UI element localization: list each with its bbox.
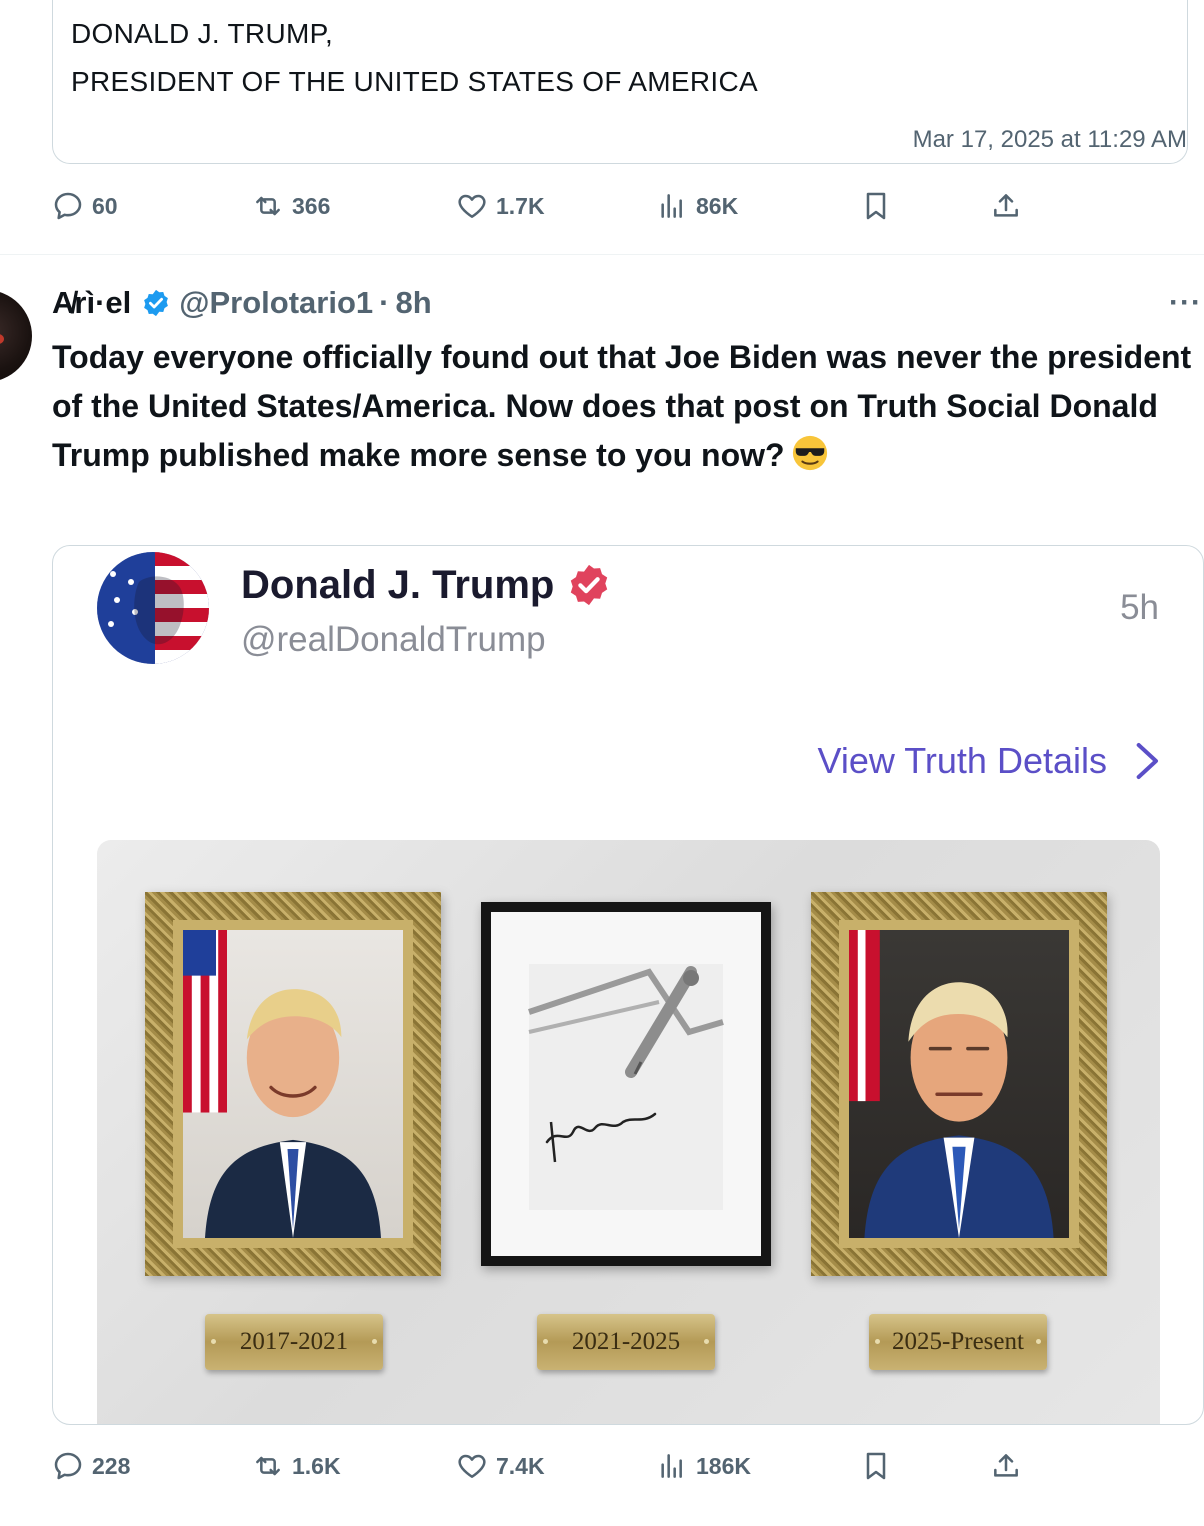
like-button[interactable]: 7.4K	[456, 1444, 545, 1488]
heart-icon	[458, 1454, 486, 1478]
plaque-center: 2021-2025	[537, 1314, 715, 1370]
truth-author-name-text: Donald J. Trump	[241, 562, 555, 607]
views-icon	[661, 194, 682, 218]
bookmark-button[interactable]	[860, 184, 892, 228]
autopen-image	[528, 964, 724, 1210]
quoted-post-line-1: DONALD J. TRUMP,	[71, 18, 334, 49]
plaque-center-label: 2021-2025	[571, 1328, 681, 1355]
like-count: 7.4K	[496, 1452, 545, 1479]
post-time[interactable]: 8h	[395, 285, 431, 321]
bookmark-icon	[866, 192, 886, 220]
views-button[interactable]: 186K	[656, 1444, 751, 1488]
truth-verified-badge-icon	[571, 564, 608, 606]
frame-inner-right	[839, 920, 1079, 1248]
reply-button[interactable]: 228	[52, 1444, 130, 1488]
plaque-left-label: 2017-2021	[239, 1328, 349, 1355]
plaque-right-label: 2025-Present	[892, 1328, 1024, 1355]
plaque-right: 2025-Present	[869, 1314, 1047, 1370]
gold-frame-left	[145, 892, 441, 1276]
gold-frame-right	[811, 892, 1107, 1276]
author-name[interactable]: A̸rì·el	[52, 285, 131, 321]
media-card[interactable]: Donald J. Trump @realDonaldTrump 5h View…	[52, 545, 1204, 1425]
repost-icon	[256, 1456, 280, 1476]
author-handle[interactable]: @Prolotario1	[179, 285, 373, 321]
reply-icon	[54, 1452, 82, 1480]
reply-count: 228	[92, 1452, 131, 1479]
truth-author-handle: @realDonaldTrump	[241, 620, 546, 659]
bookmark-icon	[866, 1452, 886, 1480]
quoted-post-card[interactable]: DONALD J. TRUMP, PRESIDENT OF THE UNITED…	[52, 0, 1188, 164]
view-truth-details-link[interactable]: View Truth Details	[818, 740, 1163, 782]
header-separator: ·	[379, 285, 390, 320]
share-icon	[994, 194, 1018, 217]
reply-icon	[54, 192, 82, 220]
reply-count: 60	[92, 192, 118, 219]
frame-inner-left	[173, 920, 413, 1248]
top-action-bar: 60 366 1.7K 86K	[52, 184, 1152, 228]
views-icon	[661, 1454, 682, 1478]
views-button[interactable]: 86K	[656, 184, 738, 228]
view-details-label: View Truth Details	[817, 740, 1107, 781]
tweet-body: Today everyone officially found out that…	[52, 339, 1192, 473]
portrait-gallery-image: 2017-2021 2021-2025 2025-Present	[97, 840, 1160, 1424]
black-frame-center	[481, 902, 771, 1266]
verified-badge-icon	[144, 289, 169, 317]
chevron-right-icon	[1136, 743, 1158, 779]
repost-count: 366	[292, 192, 331, 219]
reply-button[interactable]: 60	[52, 184, 118, 228]
quoted-post-line-2: PRESIDENT OF THE UNITED STATES OF AMERIC…	[71, 66, 758, 97]
post-divider	[0, 254, 1204, 255]
truth-author-avatar	[97, 552, 209, 664]
author-avatar[interactable]	[0, 290, 32, 382]
views-count: 86K	[696, 192, 739, 219]
like-count: 1.7K	[496, 192, 545, 219]
bookmark-button[interactable]	[860, 1444, 892, 1488]
tweet-text: Today everyone officially found out that…	[52, 333, 1192, 480]
like-button[interactable]: 1.7K	[456, 184, 545, 228]
share-button[interactable]	[990, 1444, 1022, 1488]
repost-count: 1.6K	[292, 1452, 341, 1479]
sunglasses-emoji-icon	[792, 435, 827, 471]
tweet-header: A̸rì·el @Prolotario1 · 8h	[52, 283, 432, 323]
truth-post-time: 5h	[1120, 588, 1159, 627]
truth-author-name[interactable]: Donald J. Trump	[241, 562, 612, 608]
share-icon	[994, 1454, 1018, 1477]
flag-portrait-image	[97, 552, 209, 664]
portrait-2017	[183, 930, 403, 1238]
plaque-left: 2017-2021	[205, 1314, 383, 1370]
repost-button[interactable]: 366	[252, 184, 330, 228]
views-count: 186K	[696, 1452, 751, 1479]
quoted-post-timestamp: Mar 17, 2025 at 11:29 AM	[912, 126, 1187, 153]
bottom-action-bar: 228 1.6K 7.4K 186K	[52, 1444, 1152, 1488]
share-button[interactable]	[990, 184, 1022, 228]
repost-button[interactable]: 1.6K	[252, 1444, 341, 1488]
repost-icon	[256, 196, 280, 216]
more-options-icon[interactable]: ···	[1169, 286, 1202, 320]
frame-mat-center	[491, 912, 761, 1256]
heart-icon	[458, 194, 486, 218]
portrait-2025	[849, 930, 1069, 1238]
